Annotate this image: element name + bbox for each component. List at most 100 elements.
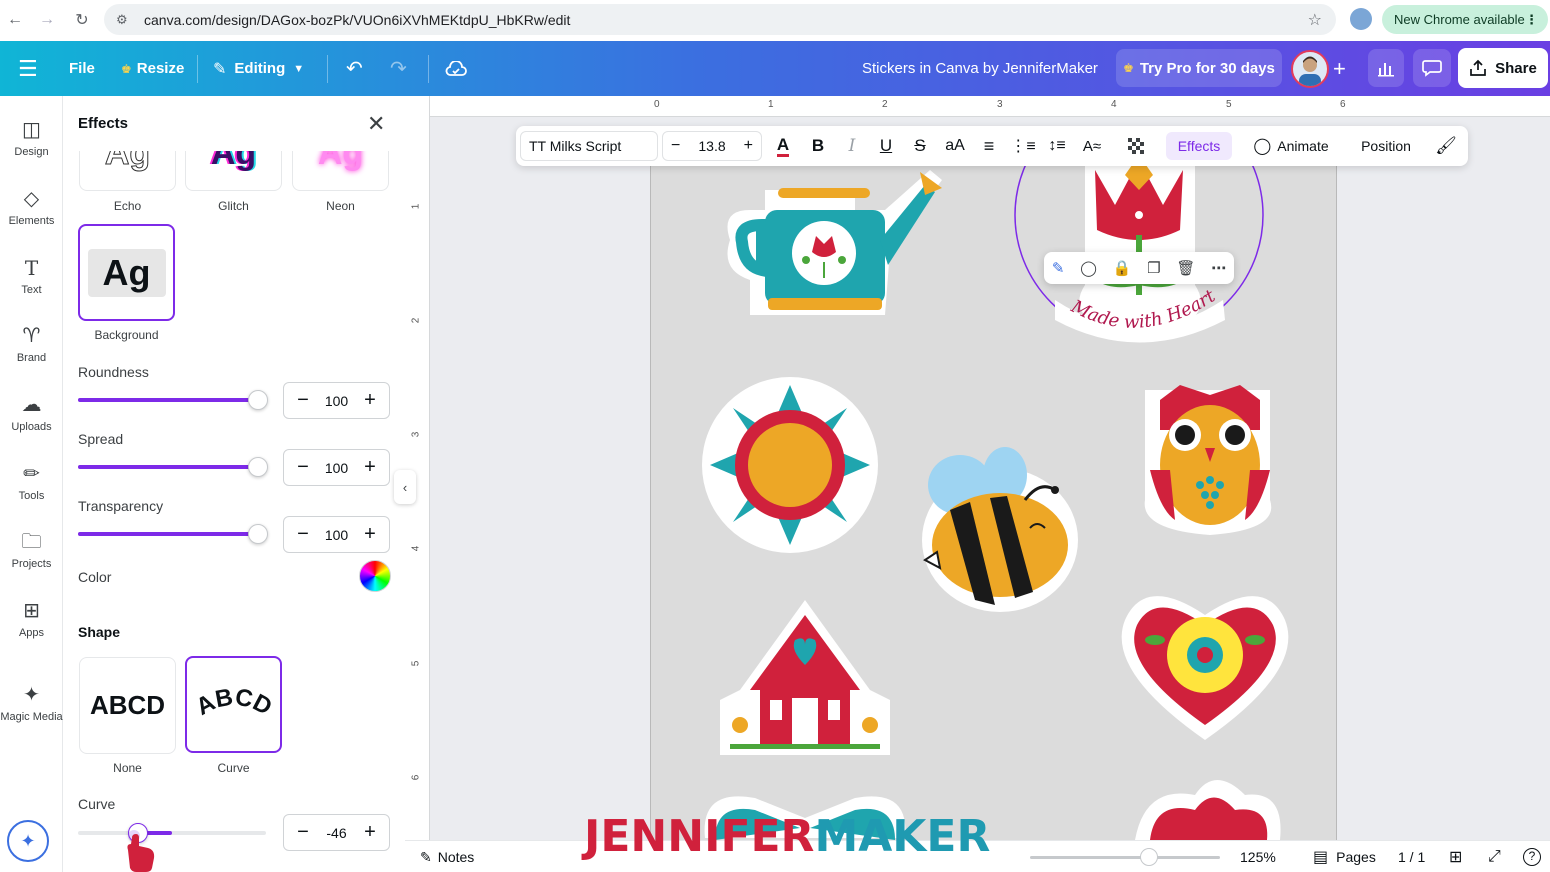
magic-edit-icon[interactable]: ✎: [1052, 259, 1065, 277]
resize-button[interactable]: ♚ Resize: [121, 41, 184, 96]
position-button[interactable]: Position: [1354, 126, 1418, 166]
cloud-saved-icon[interactable]: [445, 41, 467, 96]
decrement-icon[interactable]: −: [294, 389, 312, 412]
chrome-update-button[interactable]: New Chrome available ⋮: [1382, 5, 1548, 34]
add-comment-icon[interactable]: ◯: [1080, 259, 1097, 277]
grid-view-icon[interactable]: ⊞: [1449, 841, 1462, 872]
ruler-tick: 4: [410, 545, 422, 552]
font-size-value[interactable]: 13.8: [698, 138, 725, 154]
try-pro-button[interactable]: ♚ Try Pro for 30 days: [1116, 49, 1282, 87]
italic-icon[interactable]: I: [842, 126, 862, 166]
increment-icon[interactable]: +: [361, 456, 379, 479]
decrement-icon[interactable]: −: [294, 456, 312, 479]
transparency-slider-handle[interactable]: [248, 524, 268, 544]
tulip-sticker: Made with Heart: [1014, 140, 1264, 343]
lock-icon[interactable]: 🔒: [1113, 259, 1132, 277]
help-icon[interactable]: ?: [1523, 841, 1541, 872]
editor-header: ☰ File ♚ Resize ✎ Editing ▼ ↶ ↷ Stickers…: [0, 41, 1550, 96]
decrement-icon[interactable]: −: [294, 821, 312, 844]
transparency-icon[interactable]: [1126, 126, 1146, 166]
magic-media-icon: ✦: [23, 684, 40, 706]
sidebar-item-text[interactable]: T Text: [0, 246, 63, 306]
close-icon[interactable]: ✕: [367, 111, 385, 137]
font-family-dropdown[interactable]: TT Milks Script: [520, 131, 658, 161]
letter-case-button[interactable]: aA: [943, 126, 967, 166]
effect-background[interactable]: Ag: [78, 224, 175, 321]
roundness-value[interactable]: 100: [325, 393, 348, 409]
increment-icon[interactable]: +: [361, 523, 379, 546]
zoom-slider-handle[interactable]: [1140, 848, 1158, 866]
roundness-slider[interactable]: [78, 390, 268, 410]
transparency-value[interactable]: 100: [325, 527, 348, 543]
decrement-icon[interactable]: −: [671, 137, 680, 155]
transparency-slider[interactable]: [78, 524, 268, 544]
text-effects-icon[interactable]: A≈: [1080, 126, 1104, 166]
share-button[interactable]: Share: [1458, 48, 1548, 88]
user-avatar[interactable]: [1291, 50, 1329, 88]
address-bar[interactable]: ⚙ canva.com/design/DAGox-bozPk/VUOn6iXVh…: [104, 4, 1336, 35]
redo-icon[interactable]: ↷: [390, 41, 407, 96]
notes-label: Notes: [437, 849, 475, 865]
sidebar-item-design[interactable]: ◫ Design: [0, 108, 63, 168]
editing-mode-button[interactable]: ✎ Editing ▼: [213, 41, 304, 96]
notes-button[interactable]: ✎ Notes: [420, 841, 474, 872]
sticker-artwork[interactable]: Made with Heart: [650, 140, 1337, 840]
duplicate-icon[interactable]: ❐: [1147, 259, 1160, 277]
spread-value[interactable]: 100: [325, 460, 348, 476]
effects-button[interactable]: Effects: [1166, 132, 1232, 160]
effect-echo[interactable]: Ag: [79, 151, 176, 191]
spread-slider[interactable]: [78, 457, 268, 477]
align-center-icon[interactable]: ≡: [978, 126, 1000, 166]
shape-none[interactable]: ABCD: [79, 657, 176, 754]
back-icon[interactable]: ←: [2, 7, 28, 33]
trash-icon[interactable]: 🗑: [1176, 259, 1195, 277]
sidebar-item-projects[interactable]: 🗀 Projects: [0, 520, 63, 580]
list-icon[interactable]: ⋮≡: [1010, 126, 1035, 166]
effect-glitch[interactable]: Ag: [185, 151, 282, 191]
more-horizontal-icon[interactable]: ⋯: [1211, 259, 1226, 277]
underline-icon[interactable]: U: [876, 126, 896, 166]
forward-icon[interactable]: →: [34, 7, 60, 33]
animate-button[interactable]: ◯ Animate: [1251, 126, 1331, 166]
file-menu[interactable]: File: [69, 41, 95, 96]
canva-assistant-button[interactable]: ✦: [7, 820, 49, 862]
add-collaborator-icon[interactable]: +: [1333, 41, 1346, 96]
reload-icon[interactable]: ↻: [69, 7, 95, 33]
increment-icon[interactable]: +: [361, 821, 379, 844]
curve-value[interactable]: -46: [326, 825, 346, 841]
effect-neon[interactable]: Ag: [292, 151, 389, 191]
chrome-profile-avatar[interactable]: [1350, 8, 1372, 30]
spread-slider-handle[interactable]: [248, 457, 268, 477]
sidebar-item-apps[interactable]: ⊞ Apps: [0, 589, 63, 649]
undo-icon[interactable]: ↶: [346, 41, 363, 96]
shape-curve[interactable]: ABCD: [185, 656, 282, 753]
zoom-slider[interactable]: [1030, 848, 1220, 866]
spacing-icon[interactable]: ↕≡: [1046, 126, 1068, 166]
comments-button[interactable]: [1413, 49, 1451, 87]
pages-button[interactable]: ▤ Pages: [1313, 841, 1376, 872]
zoom-level[interactable]: 125%: [1240, 841, 1276, 872]
sidebar-item-brand[interactable]: ♈ Brand: [0, 314, 63, 374]
increment-icon[interactable]: +: [361, 389, 379, 412]
text-color-button[interactable]: A: [772, 126, 794, 166]
collapse-panel-button[interactable]: ‹: [394, 470, 416, 504]
menu-icon[interactable]: ☰: [18, 41, 38, 96]
sidebar-item-tools[interactable]: ✏ Tools: [0, 452, 63, 512]
roundness-slider-handle[interactable]: [248, 390, 268, 410]
curve-slider[interactable]: [78, 823, 266, 843]
bold-icon[interactable]: B: [808, 126, 828, 166]
color-picker-swatch[interactable]: [359, 560, 391, 592]
document-title[interactable]: Stickers in Canva by JenniferMaker: [862, 41, 1098, 96]
decrement-icon[interactable]: −: [294, 523, 312, 546]
sidebar-item-uploads[interactable]: ☁ Uploads: [0, 383, 63, 443]
increment-icon[interactable]: +: [744, 137, 753, 155]
site-settings-icon[interactable]: ⚙: [116, 12, 134, 28]
sidebar-item-elements[interactable]: ◇ Elements: [0, 177, 63, 237]
bookmark-star-icon[interactable]: ☆: [1308, 10, 1322, 30]
copy-style-icon[interactable]: 🖌: [1434, 126, 1458, 166]
sidebar-item-magic-media[interactable]: ✦ Magic Media: [0, 673, 63, 733]
fullscreen-icon[interactable]: ⤢: [1488, 841, 1501, 872]
sidebar-item-label: Design: [14, 146, 49, 158]
insights-button[interactable]: [1368, 49, 1404, 87]
strikethrough-icon[interactable]: S: [910, 126, 930, 166]
